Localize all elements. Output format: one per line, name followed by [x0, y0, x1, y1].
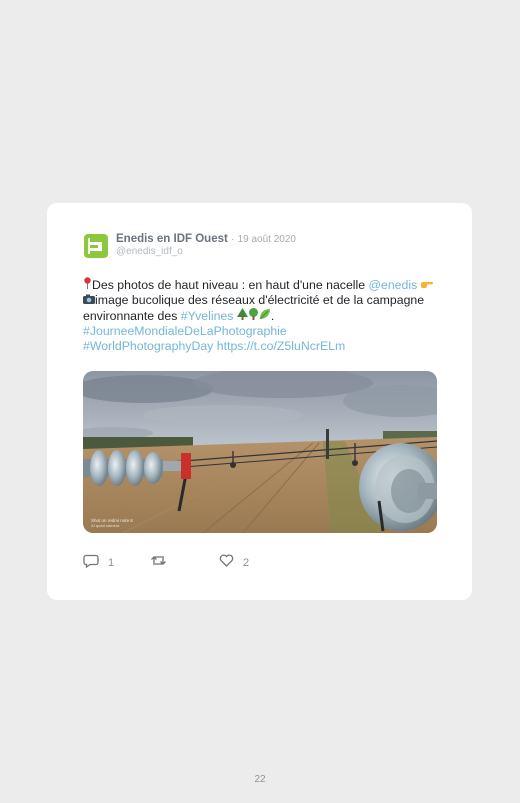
enedis-logo-icon [84, 234, 108, 258]
leaf-icon [259, 308, 271, 323]
tweet-actions: 1 2 [83, 554, 283, 573]
tweet-text-part-1: Des photos de haut niveau : en haut d'un… [92, 278, 366, 292]
mention-link[interactable]: @enedis [369, 278, 418, 292]
backhand-index-pointing-right-icon [420, 279, 433, 292]
hashtag-world-photography-day[interactable]: #WorldPhotographyDay [83, 339, 213, 353]
page-number: 22 [254, 774, 266, 785]
hashtag-journee-mondiale[interactable]: #JourneeMondialeDeLaPhotographie [83, 324, 287, 338]
reply-action[interactable]: 1 [83, 554, 115, 573]
like-count: 2 [243, 557, 250, 569]
camera-icon [83, 294, 95, 307]
retweet-icon[interactable] [150, 554, 167, 572]
deciduous-tree-icon [248, 308, 259, 323]
tweet-date[interactable]: 19 août 2020 [238, 234, 296, 245]
author-handle[interactable]: @enedis_idf_o [116, 245, 183, 258]
hashtag-yvelines[interactable]: #Yvelines [181, 309, 234, 323]
retweet-action[interactable] [150, 555, 176, 571]
heart-icon[interactable] [219, 554, 234, 572]
author-avatar[interactable] [84, 234, 108, 258]
round-pushpin-icon [83, 277, 92, 292]
reply-icon[interactable] [83, 554, 99, 573]
like-action[interactable]: 2 [219, 554, 250, 572]
evergreen-tree-icon [236, 308, 248, 323]
author-name[interactable]: Enedis en IDF Ouest [116, 233, 228, 245]
photo-watermark-line-2: AI quad camera [91, 523, 120, 528]
tweet-card: Enedis en IDF Ouest · 19 août 2020 @ened… [47, 203, 472, 600]
tweet-url-link[interactable]: https://t.co/Z5luNcrELm [217, 339, 345, 353]
tweet-text: Des photos de haut niveau : en haut d'un… [83, 277, 438, 354]
reply-count: 1 [108, 557, 115, 569]
tweet-text-part-3: . [270, 309, 275, 323]
date-separator: · [231, 234, 235, 245]
tweet-photo[interactable]: Shot on redmi note 8 AI quad camera [83, 371, 437, 533]
photo-landscape: Shot on redmi note 8 AI quad camera [83, 371, 437, 533]
